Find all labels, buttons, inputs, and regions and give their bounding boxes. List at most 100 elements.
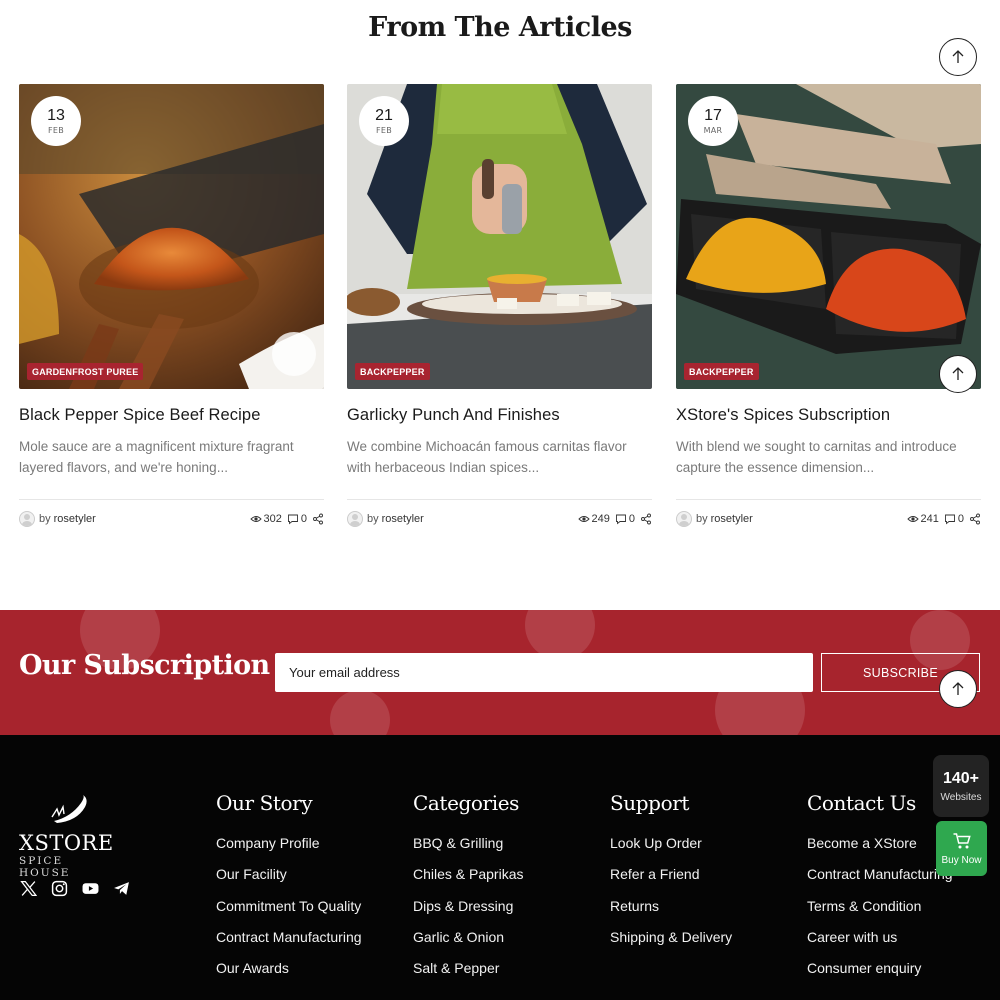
eye-icon [577, 516, 590, 522]
category-tag[interactable]: BACKPEPPER [355, 363, 430, 380]
article-image[interactable]: 21 FEB BACKPEPPER [347, 84, 652, 389]
social-links [19, 879, 130, 897]
footer-column-title: Categories [413, 791, 520, 815]
views-value: 249 [591, 513, 610, 525]
scroll-to-top-button[interactable] [939, 670, 977, 708]
email-input[interactable] [275, 653, 813, 692]
x-icon[interactable] [19, 879, 37, 897]
footer-link[interactable]: Garlic & Onion [413, 929, 524, 960]
comment-icon [944, 514, 955, 525]
footer-link[interactable]: Consumer enquiry [807, 960, 953, 991]
scroll-to-top-button[interactable] [939, 38, 977, 76]
footer-link[interactable]: Dips & Dressing [413, 898, 524, 929]
avatar [19, 511, 35, 527]
arrow-up-icon [952, 367, 964, 380]
article-excerpt: Mole sauce are a magnificent mixture fra… [19, 439, 294, 475]
footer-link[interactable]: Become a XStore [807, 835, 953, 866]
author-link[interactable]: rosetyler [382, 513, 424, 525]
arrow-up-icon [952, 50, 964, 63]
footer-column-title: Support [610, 791, 690, 815]
article-meta: by rosetyler 249 0 [347, 510, 652, 528]
article-title[interactable]: Black Pepper Spice Beef Recipe [19, 406, 324, 425]
footer-link[interactable]: Our Facility [216, 866, 362, 897]
articles-grid: 13 FEB GARDENFROST PUREE Black Pepper Sp… [19, 84, 981, 527]
footer-link[interactable]: Contract Manufacturing [807, 866, 953, 897]
websites-count: 140+ [942, 769, 980, 787]
avatar [347, 511, 363, 527]
date-month: FEB [375, 125, 393, 135]
article-card[interactable]: 13 FEB GARDENFROST PUREE Black Pepper Sp… [19, 84, 324, 528]
article-card[interactable]: 21 FEB BACKPEPPER Garlicky Punch And Fin… [347, 84, 652, 528]
date-month: FEB [47, 125, 65, 135]
date-badge: 13 FEB [31, 96, 81, 146]
date-badge: 21 FEB [359, 96, 409, 146]
footer-link[interactable]: Our Awards [216, 960, 362, 991]
article-title[interactable]: XStore's Spices Subscription [676, 406, 981, 425]
footer-link[interactable]: Contract Manufacturing [216, 929, 362, 960]
site-footer: XSTORE SPICE HOUSE Our Story Company Pro… [0, 735, 1000, 1000]
comments-count[interactable]: 0 [287, 513, 307, 525]
arrow-up-icon [952, 682, 964, 695]
comments-value: 0 [628, 513, 635, 525]
views-count: 302 [249, 513, 282, 525]
footer-link[interactable]: Returns [610, 898, 732, 929]
footer-link[interactable]: Company Profile [216, 835, 362, 866]
share-button[interactable] [640, 513, 652, 525]
article-image[interactable]: 17 MAR BACKPEPPER [676, 84, 981, 389]
footer-link[interactable]: Refer a Friend [610, 866, 732, 897]
logo-name: XSTORE [19, 831, 114, 855]
article-excerpt: With blend we sought to carnitas and int… [676, 439, 957, 475]
by-label: by [39, 513, 51, 525]
footer-column-categories: Categories BBQ & Grilling Chiles & Papri… [413, 791, 524, 991]
footer-link[interactable]: Shipping & Delivery [610, 929, 732, 960]
footer-link[interactable]: Commitment To Quality [216, 898, 362, 929]
views-count: 241 [906, 513, 939, 525]
category-tag[interactable]: GARDENFROST PUREE [27, 363, 144, 380]
telegram-icon[interactable] [112, 879, 130, 897]
footer-link[interactable]: Look Up Order [610, 835, 732, 866]
author-link[interactable]: rosetyler [711, 513, 753, 525]
date-badge: 17 MAR [688, 96, 738, 146]
divider [19, 499, 324, 500]
websites-widget[interactable]: 140+ Websites [933, 755, 989, 817]
by-label: by [696, 513, 708, 525]
scroll-to-top-button[interactable] [939, 355, 977, 393]
footer-link[interactable]: Chiles & Paprikas [413, 866, 524, 897]
divider [347, 499, 652, 500]
article-image[interactable]: 13 FEB GARDENFROST PUREE [19, 84, 324, 389]
footer-link[interactable]: BBQ & Grilling [413, 835, 524, 866]
views-value: 241 [920, 513, 939, 525]
footer-column-title: Our Story [216, 791, 313, 815]
share-icon [641, 513, 651, 525]
eye-icon [906, 516, 919, 522]
footer-column-our-story: Our Story Company Profile Our Facility C… [216, 791, 362, 991]
category-tag[interactable]: BACKPEPPER [684, 363, 759, 380]
footer-column-title: Contact Us [807, 791, 916, 815]
author-link[interactable]: rosetyler [54, 513, 96, 525]
footer-link[interactable]: Terms & Condition [807, 898, 953, 929]
date-day: 21 [375, 106, 393, 124]
avatar [676, 511, 692, 527]
instagram-icon[interactable] [50, 879, 68, 897]
views-value: 302 [263, 513, 282, 525]
footer-link[interactable]: Career with us [807, 929, 953, 960]
footer-column-contact-us: Contact Us Become a XStore Contract Manu… [807, 791, 953, 991]
divider [676, 499, 981, 500]
comments-value: 0 [957, 513, 964, 525]
share-button[interactable] [312, 513, 324, 525]
article-title[interactable]: Garlicky Punch And Finishes [347, 406, 652, 425]
date-day: 13 [47, 106, 65, 124]
comments-count[interactable]: 0 [615, 513, 635, 525]
article-card[interactable]: 17 MAR BACKPEPPER XStore's Spices Subscr… [676, 84, 981, 528]
by-label: by [367, 513, 379, 525]
share-icon [313, 513, 323, 525]
footer-link[interactable]: Salt & Pepper [413, 960, 524, 991]
comments-count[interactable]: 0 [944, 513, 964, 525]
logo[interactable]: XSTORE SPICE HOUSE [19, 795, 119, 879]
share-button[interactable] [969, 513, 981, 525]
article-meta: by rosetyler 302 0 [19, 510, 324, 528]
youtube-icon[interactable] [81, 879, 99, 897]
subscription-title: Our Subscription [19, 650, 270, 681]
eye-icon [249, 516, 262, 522]
buy-now-widget[interactable]: Buy Now [936, 821, 987, 876]
